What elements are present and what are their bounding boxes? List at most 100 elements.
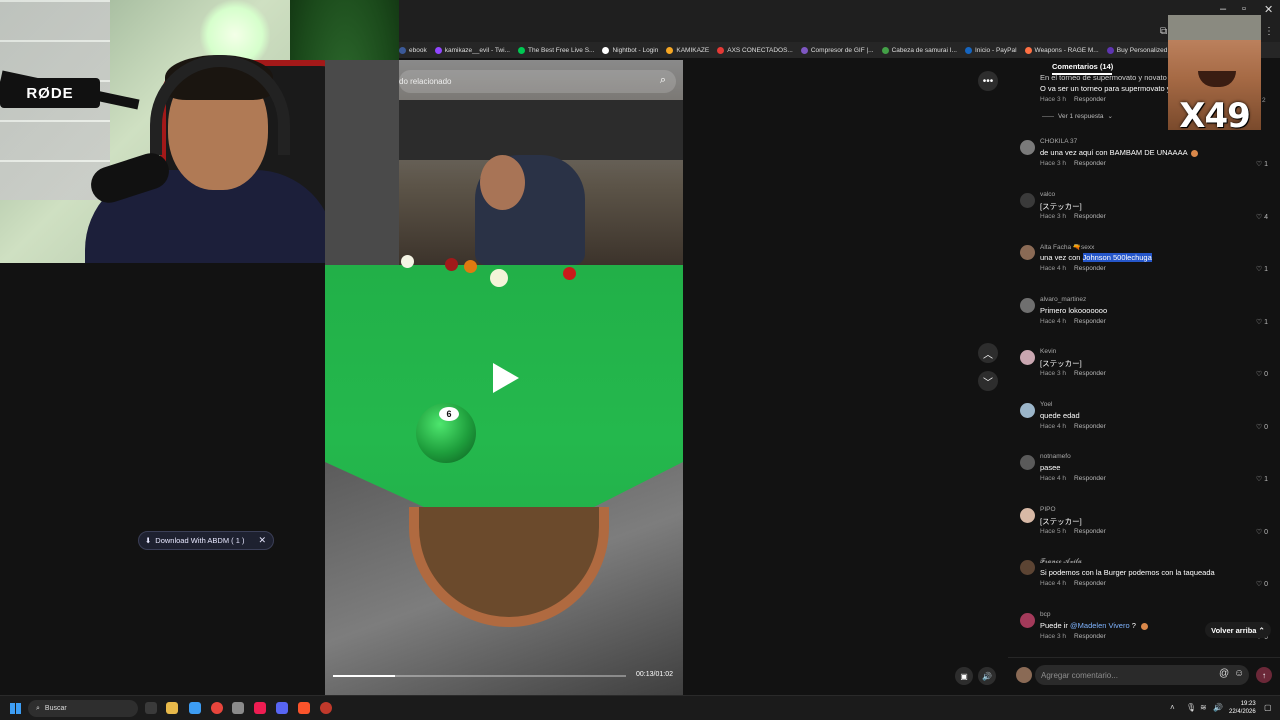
reply-link[interactable]: Responder (1074, 370, 1106, 377)
tiktok-icon[interactable] (254, 702, 266, 714)
avatar[interactable] (1020, 350, 1035, 365)
comment-username[interactable]: valco (1040, 191, 1055, 198)
avatar[interactable] (1020, 298, 1035, 313)
extension-icon[interactable]: ⧉ (1160, 26, 1167, 37)
windows-start-icon[interactable] (10, 703, 21, 714)
bookmark-item[interactable]: Weapons - RAGE M... (1024, 46, 1099, 54)
kebab-menu-icon[interactable]: ⋮ (1264, 26, 1274, 37)
like-button[interactable]: ♡ 1 (1256, 318, 1268, 326)
download-icon: ⬇ (145, 536, 152, 545)
avatar[interactable] (1020, 560, 1035, 575)
like-button[interactable]: ♡ 0 (1256, 580, 1268, 588)
view-replies-button[interactable]: Ver 1 respuesta ⌄ (1042, 112, 1113, 120)
comment-username[interactable]: PIPO (1040, 506, 1056, 513)
reply-link[interactable]: Responder (1074, 528, 1106, 535)
picture-in-picture-icon[interactable]: ▣ (955, 667, 973, 685)
comment-text-body: Si podemos con la Burger podemos con la … (1040, 568, 1215, 577)
play-icon[interactable] (493, 363, 519, 393)
reply-link[interactable]: Responder (1074, 96, 1106, 103)
bookmark-item[interactable]: Cabeza de samurai I... (881, 46, 957, 54)
bookmark-item[interactable]: AXS CONECTADOS... (717, 46, 793, 54)
comment-text-body: Primero lokooooooo (1040, 306, 1108, 315)
like-button[interactable]: ♡ 0 (1256, 423, 1268, 431)
comment-username[interactable]: Alta Facha 🔫sexx (1040, 243, 1094, 251)
reply-link[interactable]: Responder (1074, 265, 1106, 272)
avatar[interactable] (1020, 508, 1035, 523)
notification-icon[interactable]: ▢ (1264, 703, 1272, 712)
heart-icon: ♡ (1255, 371, 1265, 378)
add-comment-placeholder: Agregar comentario... (1041, 670, 1118, 680)
brave-icon[interactable] (298, 702, 310, 714)
like-button[interactable]: ♡ 0 (1256, 528, 1268, 536)
avatar[interactable] (1020, 245, 1035, 260)
obs-icon[interactable] (320, 702, 332, 714)
comment-username[interactable]: alvaro_martinez (1040, 296, 1086, 303)
add-comment-input[interactable]: Agregar comentario... @ ☺ (1035, 665, 1249, 685)
reply-link[interactable]: Responder (1074, 318, 1106, 325)
like-button[interactable]: ♡ 0 (1256, 370, 1268, 378)
volume-icon[interactable]: 🔊 (978, 667, 996, 685)
mention-icon[interactable]: @ (1219, 668, 1229, 679)
bookmark-label: Weapons - RAGE M... (1034, 46, 1099, 54)
minimize-icon[interactable]: – (1220, 3, 1226, 15)
like-button[interactable]: ♡ 1 (1256, 160, 1268, 168)
reply-link[interactable]: Responder (1074, 580, 1106, 587)
bookmark-item[interactable]: KAMIKAZE (666, 46, 709, 54)
avatar[interactable] (1020, 403, 1035, 418)
microphone-icon[interactable]: 🎙 (1186, 703, 1196, 712)
file-explorer-icon[interactable] (166, 702, 178, 714)
video-search-input[interactable]: do relacionado ⌕ (399, 70, 676, 93)
avatar[interactable] (1020, 613, 1035, 628)
discord-icon[interactable] (276, 702, 288, 714)
maximize-icon[interactable]: ▫ (1242, 3, 1246, 15)
reply-link[interactable]: Responder (1074, 633, 1106, 640)
mention-link[interactable]: @Madelen Vivero (1070, 621, 1130, 630)
comment-username[interactable]: 𝓕𝓻𝓪𝓷𝓬𝓸 𝓐𝓿𝓲𝓵𝓪 (1040, 558, 1082, 566)
app-icon[interactable] (189, 702, 201, 714)
bookmark-item[interactable]: ebook (399, 46, 427, 54)
comment-username[interactable]: notnamefo (1040, 453, 1071, 460)
app-icon[interactable] (232, 702, 244, 714)
clock[interactable]: 19:23 22/4/2026 (1229, 700, 1256, 716)
close-window-icon[interactable]: ✕ (1264, 3, 1273, 16)
chevron-up-icon[interactable]: ︿ (978, 343, 998, 363)
bookmark-item[interactable]: kamikaze__evil - Twi... (434, 46, 510, 54)
comment-username[interactable]: Yoel (1040, 401, 1052, 408)
comment-username[interactable]: CHOKILA 37 (1040, 138, 1077, 145)
search-icon[interactable]: ⌕ (660, 74, 666, 87)
avatar[interactable] (1020, 193, 1035, 208)
pool-ball (464, 260, 477, 273)
download-popup[interactable]: ⬇ Download With ABDM ( 1 ) ✕ (138, 531, 274, 550)
tab-comments[interactable]: Comentarios (14) (1052, 62, 1113, 71)
reply-link[interactable]: Responder (1074, 423, 1106, 430)
chrome-icon[interactable] (211, 702, 223, 714)
emoji-icon[interactable]: ☺ (1234, 668, 1244, 679)
close-icon[interactable]: ✕ (258, 535, 266, 546)
reply-link[interactable]: Responder (1074, 475, 1106, 482)
avatar[interactable] (1020, 455, 1035, 470)
comment-text: pasee (1040, 463, 1060, 472)
chevron-down-icon[interactable]: ﹀ (978, 371, 998, 391)
chevron-up-icon[interactable]: ˄ (1170, 703, 1175, 712)
send-button[interactable]: ↑ (1256, 667, 1272, 683)
back-to-top-button[interactable]: Volver arriba ⌃ (1205, 622, 1271, 638)
bookmark-item[interactable]: The Best Free Live S... (517, 46, 594, 54)
taskbar-search[interactable]: ⌕ Buscar (28, 700, 138, 717)
comment-username[interactable]: Kevin (1040, 348, 1056, 355)
volume-icon[interactable]: 🔊 (1213, 703, 1223, 712)
reply-link[interactable]: Responder (1074, 213, 1106, 220)
more-options-button[interactable]: ••• (978, 71, 998, 91)
bookmark-item[interactable]: Nightbot - Login (602, 46, 658, 54)
avatar[interactable] (1020, 140, 1035, 155)
reply-link[interactable]: Responder (1074, 160, 1106, 167)
like-button[interactable]: ♡ 4 (1256, 213, 1268, 221)
bookmark-item[interactable]: Inicio - PayPal (965, 46, 1017, 54)
bookmark-item[interactable]: Compresor de GIF |... (800, 46, 874, 54)
task-view-icon[interactable] (145, 702, 157, 714)
video-progress-bar[interactable] (333, 675, 626, 677)
wifi-icon[interactable]: ≋ (1200, 703, 1207, 712)
comment-meta: Hace 3 h Responder (1040, 633, 1106, 640)
comment-username[interactable]: bcp (1040, 611, 1050, 618)
like-button[interactable]: ♡ 1 (1256, 475, 1268, 483)
like-button[interactable]: ♡ 1 (1256, 265, 1268, 273)
